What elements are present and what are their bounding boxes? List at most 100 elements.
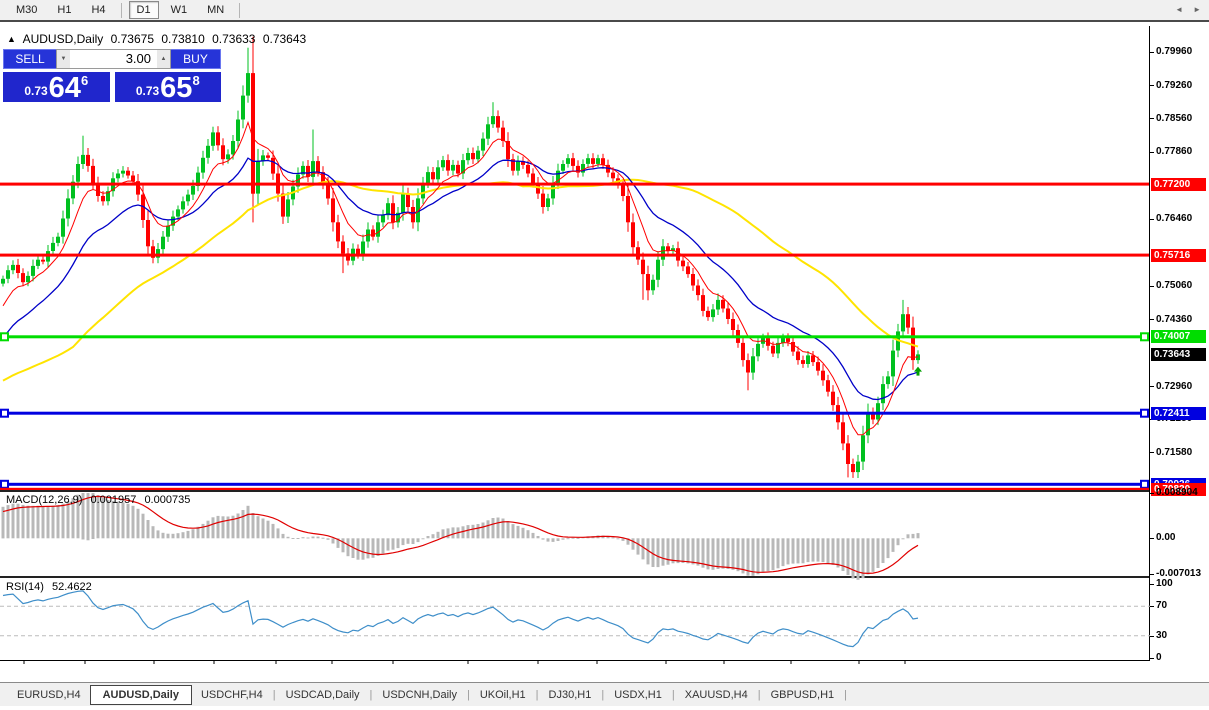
candle-body	[906, 314, 910, 328]
chart-tab-usdchf[interactable]: USDCHF,H4	[192, 686, 272, 704]
price-level-badge: 0.77200	[1151, 178, 1206, 191]
macd-histogram-bar	[496, 517, 500, 539]
buy-price-box[interactable]: 0.73 65 8	[114, 72, 221, 103]
macd-histogram-bar	[481, 522, 485, 539]
candle-body	[566, 158, 570, 164]
horizontal-level-line[interactable]	[0, 411, 1150, 415]
buy-price-pip: 8	[192, 73, 200, 88]
tab-scroll-left-icon[interactable]: ◄	[1175, 5, 1183, 14]
timeframe-button-h1[interactable]: H1	[49, 1, 79, 19]
volume-down-icon[interactable]: ▼	[57, 50, 70, 68]
macd-histogram-bar	[61, 503, 65, 539]
macd-histogram-bar	[681, 538, 685, 563]
macd-histogram-bar	[531, 532, 535, 539]
macd-histogram-bar	[906, 534, 910, 539]
macd-histogram-bar	[541, 538, 545, 540]
timeframe-button-mn[interactable]: MN	[199, 1, 232, 19]
candle-body	[241, 95, 245, 120]
volume-up-icon[interactable]: ▲	[157, 50, 170, 68]
chart-tab-audusd[interactable]: AUDUSD,Daily	[89, 684, 192, 705]
buy-button[interactable]: BUY	[171, 49, 221, 69]
timeframe-button-m30[interactable]: M30	[8, 1, 45, 19]
macd-histogram-bar	[431, 534, 435, 539]
macd-histogram-bar	[716, 538, 720, 569]
macd-histogram-bar	[876, 538, 880, 568]
macd-tick-mark	[1150, 493, 1154, 494]
rsi-tick-label: 0	[1156, 652, 1162, 663]
candle-body	[901, 314, 905, 332]
candle-body	[21, 273, 25, 283]
rsi-tick-mark	[1150, 636, 1154, 637]
price-chart-canvas[interactable]	[0, 24, 1150, 682]
sell-price-box[interactable]: 0.73 64 6	[3, 72, 110, 103]
macd-histogram-bar	[406, 538, 410, 544]
close-value: 0.73643	[262, 32, 307, 46]
macd-histogram-bar	[901, 538, 905, 540]
candle-body	[36, 259, 40, 266]
toolbar-separator	[120, 2, 122, 18]
timeframe-toolbar: M30 H1 H4 D1 W1 MN	[0, 0, 1209, 22]
line-handle[interactable]	[0, 479, 9, 489]
macd-histogram-bar	[221, 516, 225, 539]
timeframe-button-h4[interactable]: H4	[83, 1, 113, 19]
horizontal-level-line[interactable]	[0, 253, 1150, 257]
horizontal-level-line[interactable]	[0, 482, 1150, 486]
panel-separator[interactable]	[0, 576, 1150, 578]
chart-tab-ukoil[interactable]: UKOil,H1	[471, 686, 535, 704]
panel-separator[interactable]	[0, 490, 1150, 492]
candle-body	[686, 266, 690, 275]
line-handle[interactable]	[1140, 332, 1149, 342]
macd-histogram-bar	[731, 538, 735, 570]
horizontal-level-line[interactable]	[0, 182, 1150, 186]
price-axis[interactable]: 0.79960 0.79260 0.78560 0.77860 0.76460 0.750…	[1150, 24, 1209, 682]
line-handle[interactable]	[0, 408, 9, 418]
candle-body	[876, 403, 880, 420]
sell-button[interactable]: SELL	[3, 49, 56, 69]
chart-tab-eurusd[interactable]: EURUSD,H4	[8, 686, 90, 704]
chart-tab-usdx[interactable]: USDX,H1	[605, 686, 671, 704]
tab-scroll-right-icon[interactable]: ►	[1193, 5, 1201, 14]
candle-body	[641, 259, 645, 275]
tab-separator: |	[535, 688, 539, 701]
candle-body	[6, 270, 10, 279]
chart-tab-usdcad[interactable]: USDCAD,Daily	[277, 686, 369, 704]
macd-histogram-bar	[261, 518, 265, 539]
macd-tick-label: 0.00	[1156, 532, 1176, 543]
macd-histogram-bar	[676, 538, 680, 564]
candle-body	[206, 145, 210, 158]
candle-body	[56, 236, 60, 243]
candle-body	[481, 138, 485, 151]
candle-body	[841, 422, 845, 444]
rsi-name: RSI(14)	[6, 581, 44, 593]
candle-body	[716, 299, 720, 310]
timeframe-button-w1[interactable]: W1	[163, 1, 196, 19]
macd-histogram-bar	[331, 538, 335, 544]
tab-separator: |	[369, 688, 373, 701]
macd-histogram-bar	[241, 510, 245, 539]
candle-body	[696, 285, 700, 296]
candle-body	[176, 209, 180, 217]
candle-body	[531, 173, 535, 184]
chart-tab-dj30[interactable]: DJ30,H1	[540, 686, 601, 704]
volume-stepper: ▼ 3.00 ▲	[56, 49, 171, 69]
line-handle[interactable]	[1140, 479, 1149, 489]
macd-histogram-bar	[781, 538, 785, 567]
candle-body	[281, 193, 285, 217]
timeframe-button-d1[interactable]: D1	[128, 1, 159, 19]
candle-body	[791, 342, 795, 352]
candle-body	[376, 222, 380, 237]
chart-tab-usdcnh[interactable]: USDCNH,Daily	[373, 686, 466, 704]
rsi-current-value: 52.4622	[51, 581, 92, 593]
chart-tab-gbpusd[interactable]: GBPUSD,H1	[762, 686, 844, 704]
chart-tab-xauusd[interactable]: XAUUSD,H4	[676, 686, 757, 704]
volume-input[interactable]: 3.00	[70, 50, 157, 68]
line-handle[interactable]	[0, 332, 9, 342]
collapse-triangle-icon[interactable]: ▲	[7, 34, 16, 44]
candle-body	[131, 175, 135, 182]
chart-area[interactable]: ▲ AUDUSD,Daily 0.73675 0.73810 0.73633 0…	[0, 24, 1209, 704]
line-handle[interactable]	[1140, 408, 1149, 418]
macd-histogram-bar	[191, 529, 195, 539]
macd-histogram-bar	[506, 521, 510, 539]
horizontal-level-line[interactable]	[0, 335, 1150, 339]
macd-histogram-bar	[641, 538, 645, 560]
